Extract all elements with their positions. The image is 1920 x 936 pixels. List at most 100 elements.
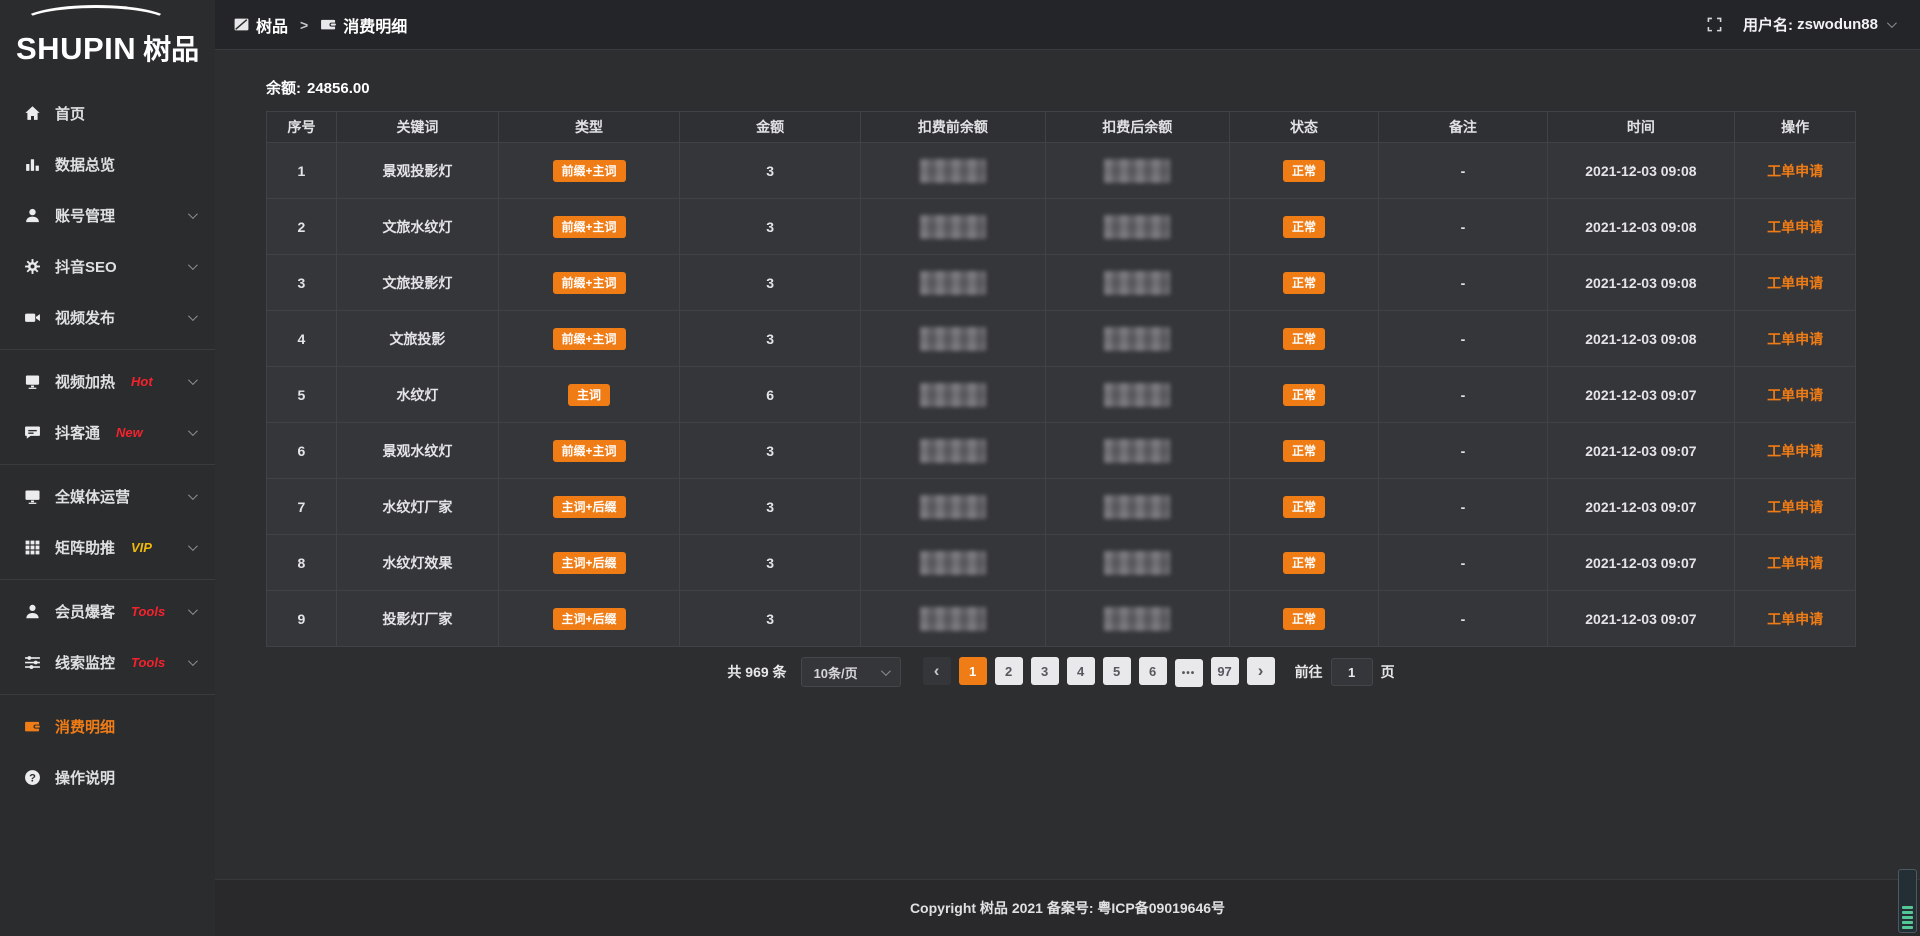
sidebar-item-gear[interactable]: 抖音SEO [0, 241, 215, 292]
cell-balance-before [861, 143, 1045, 199]
work-order-link[interactable]: 工单申请 [1767, 499, 1823, 515]
cell-type: 主词+后缀 [498, 535, 679, 591]
goto-label: 前往 [1295, 662, 1323, 682]
work-order-link[interactable]: 工单申请 [1767, 443, 1823, 459]
breadcrumb: 树品>消费明细 [233, 13, 407, 37]
consumption-table: 序号关键词类型金额扣费前余额扣费后余额状态备注时间操作 1景观投影灯前缀+主词3… [266, 111, 1856, 647]
redacted-value [920, 495, 986, 519]
sidebar-item-video[interactable]: 视频发布 [0, 292, 215, 343]
chevron-down-icon [881, 666, 891, 676]
cell-time: 2021-12-03 09:08 [1547, 143, 1735, 199]
cell-balance-after [1045, 535, 1229, 591]
cell-status: 正常 [1229, 479, 1378, 535]
page-button[interactable]: 97 [1211, 657, 1239, 685]
fullscreen-icon[interactable] [1706, 16, 1723, 33]
table-row: 1景观投影灯前缀+主词3正常-2021-12-03 09:08工单申请 [267, 143, 1856, 199]
sidebar-item-label: 抖客通 [55, 422, 100, 443]
type-badge: 主词+后缀 [553, 608, 626, 630]
page-size-select[interactable]: 10条/页 [801, 657, 901, 687]
page-size-value: 10条/页 [814, 663, 858, 682]
chevron-down-icon [188, 541, 198, 551]
redacted-value [920, 607, 986, 631]
cell-time: 2021-12-03 09:08 [1547, 311, 1735, 367]
redacted-value [920, 439, 986, 463]
logo-arc-icon [22, 5, 170, 39]
cell-type: 主词+后缀 [498, 591, 679, 647]
sidebar-item-label: 操作说明 [55, 767, 115, 788]
sidebar-item-sliders[interactable]: 线索监控Tools [0, 637, 215, 688]
status-badge: 正常 [1283, 216, 1325, 238]
sidebar-item-question[interactable]: ? 操作说明 [0, 752, 215, 803]
sidebar-item-chart[interactable]: 数据总览 [0, 139, 215, 190]
sidebar-item-home[interactable]: 首页 [0, 88, 215, 139]
cell-amount: 6 [680, 367, 861, 423]
sidebar-item-grid[interactable]: 矩阵助推VIP [0, 522, 215, 573]
floating-widget[interactable] [1898, 869, 1917, 933]
redacted-value [1104, 383, 1170, 407]
cell-status: 正常 [1229, 199, 1378, 255]
cell-index: 5 [267, 367, 337, 423]
prev-page-button[interactable]: ‹ [923, 657, 951, 685]
cell-type: 主词+后缀 [498, 479, 679, 535]
page-button[interactable]: 1 [959, 657, 987, 685]
column-header: 关键词 [336, 112, 498, 143]
cell-keyword: 水纹灯厂家 [336, 479, 498, 535]
sidebar-item-heat[interactable]: 视频加热 Hot [0, 356, 215, 407]
more-pages-button[interactable]: ••• [1175, 659, 1203, 687]
page-button[interactable]: 6 [1139, 657, 1167, 685]
table-row: 8水纹灯效果主词+后缀3正常-2021-12-03 09:07工单申请 [267, 535, 1856, 591]
sidebar-item-label: 视频发布 [55, 307, 115, 328]
page-button[interactable]: 5 [1103, 657, 1131, 685]
next-page-button[interactable]: › [1247, 657, 1275, 685]
work-order-link[interactable]: 工单申请 [1767, 555, 1823, 571]
sidebar-item-monitor[interactable]: 全媒体运营 [0, 471, 215, 522]
page-button[interactable]: 4 [1067, 657, 1095, 685]
grid-icon [22, 539, 42, 556]
page-button[interactable]: 3 [1031, 657, 1059, 685]
redacted-value [1104, 439, 1170, 463]
type-badge: 主词 [568, 384, 610, 406]
goto-page-input[interactable] [1331, 658, 1373, 686]
cell-remark: - [1379, 367, 1547, 423]
work-order-link[interactable]: 工单申请 [1767, 387, 1823, 403]
table-row: 9投影灯厂家主词+后缀3正常-2021-12-03 09:07工单申请 [267, 591, 1856, 647]
sidebar-item-user[interactable]: 账号管理 [0, 190, 215, 241]
cell-remark: - [1379, 199, 1547, 255]
work-order-link[interactable]: 工单申请 [1767, 611, 1823, 627]
cell-action: 工单申请 [1735, 143, 1856, 199]
member-icon [22, 603, 42, 620]
user-menu[interactable]: 用户名: zswodun88 [1743, 14, 1894, 35]
wallet-icon [22, 718, 42, 735]
cell-index: 4 [267, 311, 337, 367]
page-button[interactable]: 2 [995, 657, 1023, 685]
status-badge: 正常 [1283, 496, 1325, 518]
sidebar-item-label: 全媒体运营 [55, 486, 130, 507]
cell-status: 正常 [1229, 591, 1378, 647]
work-order-link[interactable]: 工单申请 [1767, 331, 1823, 347]
sliders-icon [22, 654, 42, 671]
table-row: 6景观水纹灯前缀+主词3正常-2021-12-03 09:07工单申请 [267, 423, 1856, 479]
work-order-link[interactable]: 工单申请 [1767, 163, 1823, 179]
work-order-link[interactable]: 工单申请 [1767, 219, 1823, 235]
widget-bar [1902, 911, 1913, 914]
status-badge: 正常 [1283, 608, 1325, 630]
wallet-icon [320, 16, 337, 33]
cell-index: 9 [267, 591, 337, 647]
cell-balance-after [1045, 591, 1229, 647]
breadcrumb-item[interactable]: 树品 [233, 13, 288, 37]
breadcrumb-item[interactable]: 消费明细 [320, 13, 407, 37]
sidebar-item-chat[interactable]: 抖客通New [0, 407, 215, 458]
cell-balance-before [861, 423, 1045, 479]
cell-balance-after [1045, 367, 1229, 423]
redacted-value [920, 215, 986, 239]
work-order-link[interactable]: 工单申请 [1767, 275, 1823, 291]
question-icon: ? [22, 769, 42, 786]
sidebar-item-wallet[interactable]: 消费明细 [0, 701, 215, 752]
sidebar-item-tag: Hot [131, 374, 153, 389]
table-row: 4文旅投影前缀+主词3正常-2021-12-03 09:08工单申请 [267, 311, 1856, 367]
column-header: 金额 [680, 112, 861, 143]
cell-keyword: 投影灯厂家 [336, 591, 498, 647]
cell-index: 3 [267, 255, 337, 311]
sidebar-item-member[interactable]: 会员爆客Tools [0, 586, 215, 637]
sidebar-item-label: 视频加热 [55, 371, 115, 392]
